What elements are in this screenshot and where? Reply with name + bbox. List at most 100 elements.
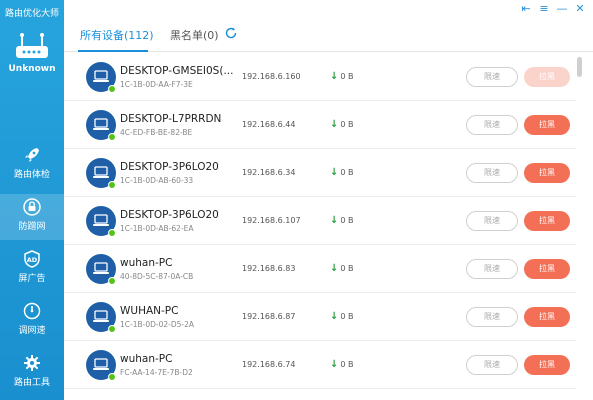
device-name: DESKTOP-3P6LO20 [120,161,219,173]
device-speed-value: 0 B [340,216,354,225]
device-speed-value: 0 B [340,312,354,321]
block-button[interactable]: 拉黑 [524,115,570,135]
router-icon [16,33,48,58]
sidebar-item-router-tools[interactable]: 路由工具 [0,350,64,396]
sidebar-item-anti-leech[interactable]: 防蹭网 [0,194,64,240]
laptop-icon [93,70,109,82]
laptop-icon [93,358,109,370]
sidebar: 路由优化大师 Unknown 路由体检 防蹭网 AD 屏广告 调网速 路由工具 [0,0,64,400]
app-title: 路由优化大师 [4,9,59,19]
sidebar-item-label: 防蹭网 [18,222,46,232]
device-speed: ↓ 0 B [330,311,354,322]
device-ip: 192.168.6.83 [242,264,296,273]
active-tab-indicator [78,50,148,52]
limit-speed-button[interactable]: 限速 [466,307,518,327]
device-name: DESKTOP-GMSEI0S(... [120,65,234,77]
download-arrow-icon: ↓ [330,215,339,226]
gear-icon [24,355,40,371]
device-name: WUHAN-PC [120,305,179,317]
device-mac: FC-AA-14-7E-7B-D2 [120,368,193,377]
rocket-icon [25,148,39,162]
block-button[interactable]: 拉黑 [524,307,570,327]
online-status-dot [108,85,116,93]
device-ip: 192.168.6.107 [242,216,301,225]
limit-speed-button[interactable]: 限速 [466,355,518,375]
tab-blacklist[interactable]: 黑名单(0) [170,27,219,43]
online-status-dot [108,325,116,333]
block-button[interactable]: 拉黑 [524,211,570,231]
device-name: wuhan-PC [120,353,173,365]
sidebar-item-label: 路由工具 [13,378,50,388]
menu-icon[interactable]: ≡ [537,2,551,16]
block-button[interactable]: 拉黑 [524,259,570,279]
device-mac: 1C-1B-0D-02-D5-2A [120,320,194,329]
online-status-dot [108,229,116,237]
pin-icon[interactable]: ⇤ [519,2,533,16]
device-speed-value: 0 B [340,168,354,177]
minimize-icon[interactable]: — [555,2,569,16]
device-speed: ↓ 0 B [330,167,354,178]
device-row: DESKTOP-3P6LO20 1C-1B-0D-AB-62-EA 192.16… [64,197,576,245]
device-ip: 192.168.6.160 [242,72,301,81]
block-button[interactable]: 拉黑 [524,67,570,87]
device-name: DESKTOP-3P6LO20 [120,209,219,221]
limit-speed-button[interactable]: 限速 [466,115,518,135]
device-speed: ↓ 0 B [330,71,354,82]
download-arrow-icon: ↓ [330,359,339,370]
online-status-dot [108,181,116,189]
device-mac: 1C-1B-0D-AB-60-33 [120,176,194,185]
device-name: DESKTOP-L7PRRDN [120,113,222,125]
device-row: DESKTOP-GMSEI0S(... 1C-1B-0D-AA-F7-3E 19… [64,53,576,101]
download-arrow-icon: ↓ [330,167,339,178]
device-speed-value: 0 B [340,120,354,129]
device-ip: 192.168.6.74 [242,360,296,369]
sidebar-item-label: 屏广告 [18,274,46,284]
sidebar-item-speed-tune[interactable]: 调网速 [0,298,64,344]
laptop-icon [93,118,109,130]
device-speed: ↓ 0 B [330,215,354,226]
device-mac: 1C-1B-0D-AB-62-EA [120,224,194,233]
online-status-dot [108,133,116,141]
tab-bar: 所有设备(112) 黑名单(0) [64,20,593,52]
device-row: wuhan-PC FC-AA-14-7E-7B-D2 192.168.6.74 … [64,341,576,389]
sidebar-item-router-check[interactable]: 路由体检 [0,142,64,188]
device-mac: 4C-ED-FB-BE-82-BE [120,128,193,137]
laptop-icon [93,214,109,226]
scrollbar[interactable] [577,57,582,77]
device-mac: 1C-1B-0D-AA-F7-3E [120,80,193,89]
device-mac: 40-8D-5C-87-0A-CB [120,272,194,281]
sidebar-item-block-ads[interactable]: AD 屏广告 [0,246,64,292]
limit-speed-button[interactable]: 限速 [466,163,518,183]
online-status-dot [108,277,116,285]
block-button[interactable]: 拉黑 [524,355,570,375]
limit-speed-button[interactable]: 限速 [466,211,518,231]
download-arrow-icon: ↓ [330,263,339,274]
laptop-icon [93,262,109,274]
device-speed-value: 0 B [340,264,354,273]
limit-speed-button[interactable]: 限速 [466,67,518,87]
device-name: wuhan-PC [120,257,173,269]
lock-icon [23,198,41,216]
window-controls: ⇤ ≡ — ✕ [519,2,587,16]
laptop-icon [93,310,109,322]
sidebar-item-label: 调网速 [18,326,46,336]
limit-speed-button[interactable]: 限速 [466,259,518,279]
block-button[interactable]: 拉黑 [524,163,570,183]
device-speed-value: 0 B [340,72,354,81]
close-icon[interactable]: ✕ [573,2,587,16]
svg-text:AD: AD [27,256,38,264]
device-row: DESKTOP-L7PRRDN 4C-ED-FB-BE-82-BE 192.16… [64,101,576,149]
download-arrow-icon: ↓ [330,71,339,82]
tab-all-devices[interactable]: 所有设备(112) [80,27,154,43]
laptop-icon [93,166,109,178]
router-name: Unknown [8,64,56,74]
download-arrow-icon: ↓ [330,119,339,130]
device-speed: ↓ 0 B [330,119,354,130]
device-speed: ↓ 0 B [330,263,354,274]
device-row: DESKTOP-3P6LO20 1C-1B-0D-AB-60-33 192.16… [64,149,576,197]
refresh-icon[interactable] [224,26,238,40]
ad-shield-icon: AD [24,250,40,268]
speedometer-icon [23,302,41,320]
device-ip: 192.168.6.34 [242,168,296,177]
device-speed: ↓ 0 B [330,359,354,370]
